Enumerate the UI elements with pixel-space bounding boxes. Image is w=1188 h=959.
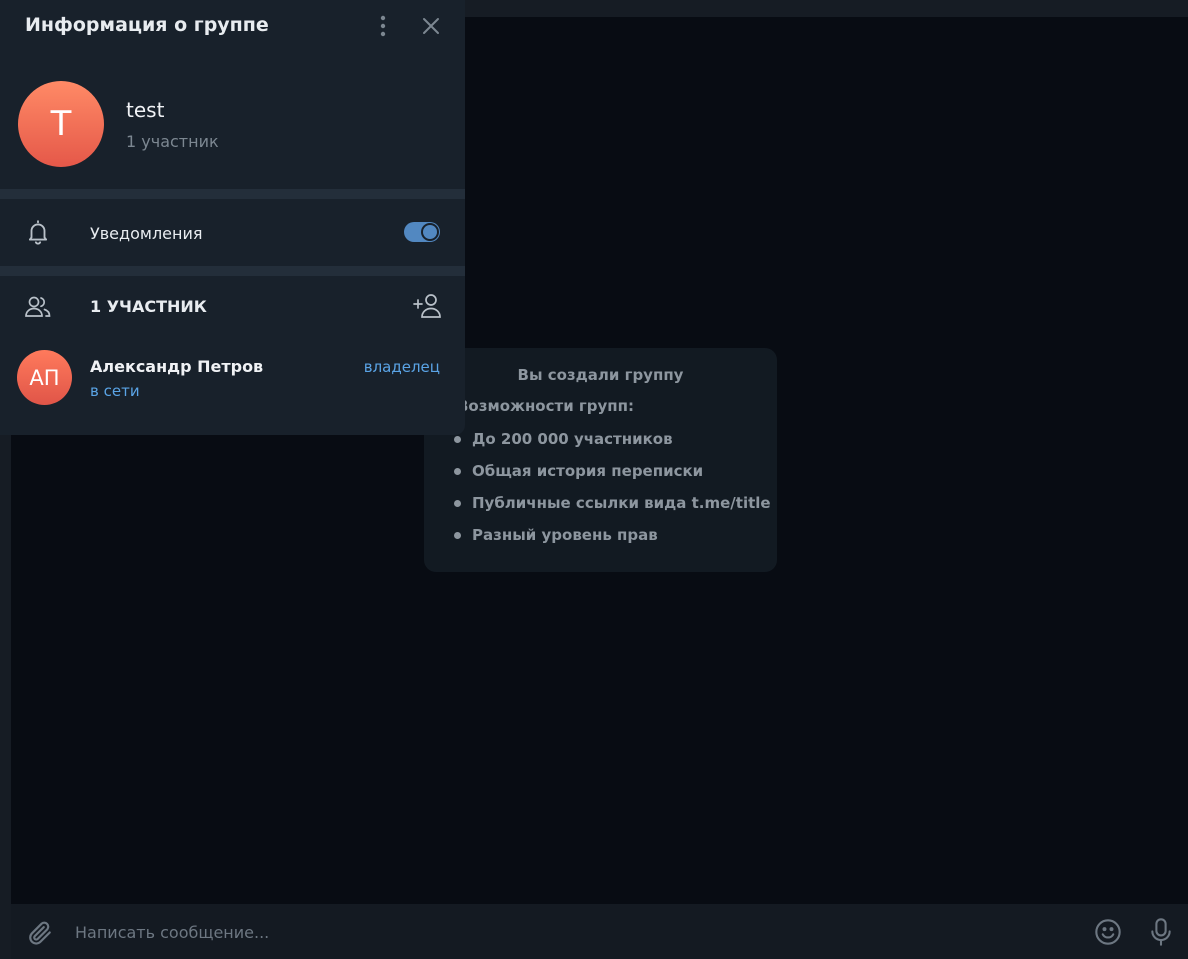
paperclip-icon[interactable] xyxy=(27,920,53,946)
service-subtitle: Возможности групп: xyxy=(457,397,635,415)
close-icon[interactable] xyxy=(420,15,442,37)
mic-icon[interactable] xyxy=(1147,917,1175,947)
message-input[interactable] xyxy=(73,917,1077,947)
more-vertical-icon[interactable] xyxy=(372,14,394,38)
members-header: 1 УЧАСТНИК xyxy=(0,276,465,336)
member-role-badge: владелец xyxy=(363,358,440,376)
members-count-label: 1 УЧАСТНИК xyxy=(90,297,207,316)
panel-header: Информация о группе xyxy=(0,0,465,52)
divider xyxy=(0,189,465,199)
add-member-icon[interactable] xyxy=(412,292,442,320)
notifications-toggle[interactable] xyxy=(404,222,440,242)
bell-icon xyxy=(28,220,48,245)
group-info-panel: Информация о группе T test 1 участник Ув… xyxy=(0,0,465,435)
feature-item: До 200 000 участников xyxy=(454,423,777,455)
panel-title: Информация о группе xyxy=(25,14,269,36)
avatar: АП xyxy=(17,350,72,405)
group-name: test xyxy=(126,98,165,122)
member-row[interactable]: АП Александр Петров в сети владелец xyxy=(0,340,465,414)
group-member-count: 1 участник xyxy=(126,132,219,151)
emoji-icon[interactable] xyxy=(1094,918,1122,946)
group-avatar[interactable]: T xyxy=(18,81,104,167)
notifications-row[interactable]: Уведомления xyxy=(0,199,465,266)
feature-item: Общая история переписки xyxy=(454,455,777,487)
feature-list: До 200 000 участников Общая история пере… xyxy=(424,423,777,551)
group-card: T test 1 участник xyxy=(0,52,465,189)
member-status: в сети xyxy=(90,382,140,400)
feature-item: Публичные ссылки вида t.me/title xyxy=(454,487,777,519)
feature-item: Разный уровень прав xyxy=(454,519,777,551)
service-title: Вы создали группу xyxy=(517,366,684,384)
service-message: Вы создали группу Возможности групп: До … xyxy=(424,348,777,572)
people-icon xyxy=(25,296,51,317)
member-name: Александр Петров xyxy=(90,357,264,376)
notifications-label: Уведомления xyxy=(90,224,203,243)
message-composer xyxy=(11,904,1188,959)
divider xyxy=(0,266,465,276)
